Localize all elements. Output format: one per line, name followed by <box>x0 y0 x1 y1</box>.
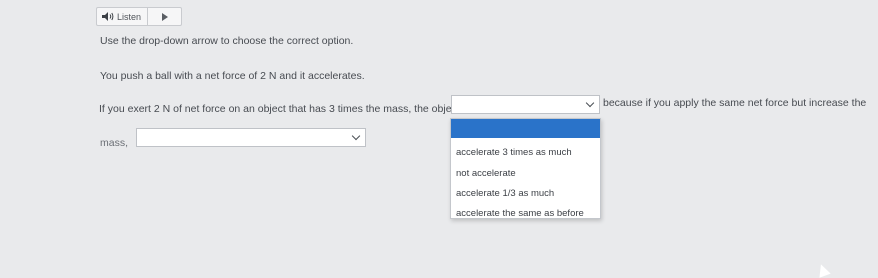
answer-dropdown-1[interactable] <box>451 95 600 114</box>
listen-label: Listen <box>117 11 142 22</box>
question-text-after: because if you apply the same net force … <box>603 97 867 109</box>
listen-button[interactable]: Listen <box>97 8 149 25</box>
play-icon <box>161 12 168 21</box>
menu-highlighted-blank-option[interactable] <box>451 119 600 138</box>
speaker-icon <box>102 12 114 21</box>
dropdown-1-menu: accelerate 3 times as much not accelerat… <box>450 118 601 219</box>
scenario-text: You push a ball with a net force of 2 N … <box>100 70 365 82</box>
answer-dropdown-2[interactable] <box>136 128 366 147</box>
listen-toolbar: Listen <box>96 7 182 26</box>
mouse-cursor-icon <box>815 262 831 278</box>
menu-option[interactable]: not accelerate <box>456 168 516 179</box>
play-button[interactable] <box>148 12 181 21</box>
question-text-before: If you exert 2 N of net force on an obje… <box>99 103 478 115</box>
chevron-down-icon <box>585 98 595 108</box>
question-text-mass: mass, <box>100 137 129 149</box>
chevron-down-icon <box>351 131 361 141</box>
instruction-text: Use the drop-down arrow to choose the co… <box>100 35 354 47</box>
menu-option[interactable]: accelerate the same as before <box>456 208 584 219</box>
menu-option[interactable]: accelerate 3 times as much <box>456 147 572 158</box>
menu-option[interactable]: accelerate 1/3 as much <box>456 188 554 199</box>
